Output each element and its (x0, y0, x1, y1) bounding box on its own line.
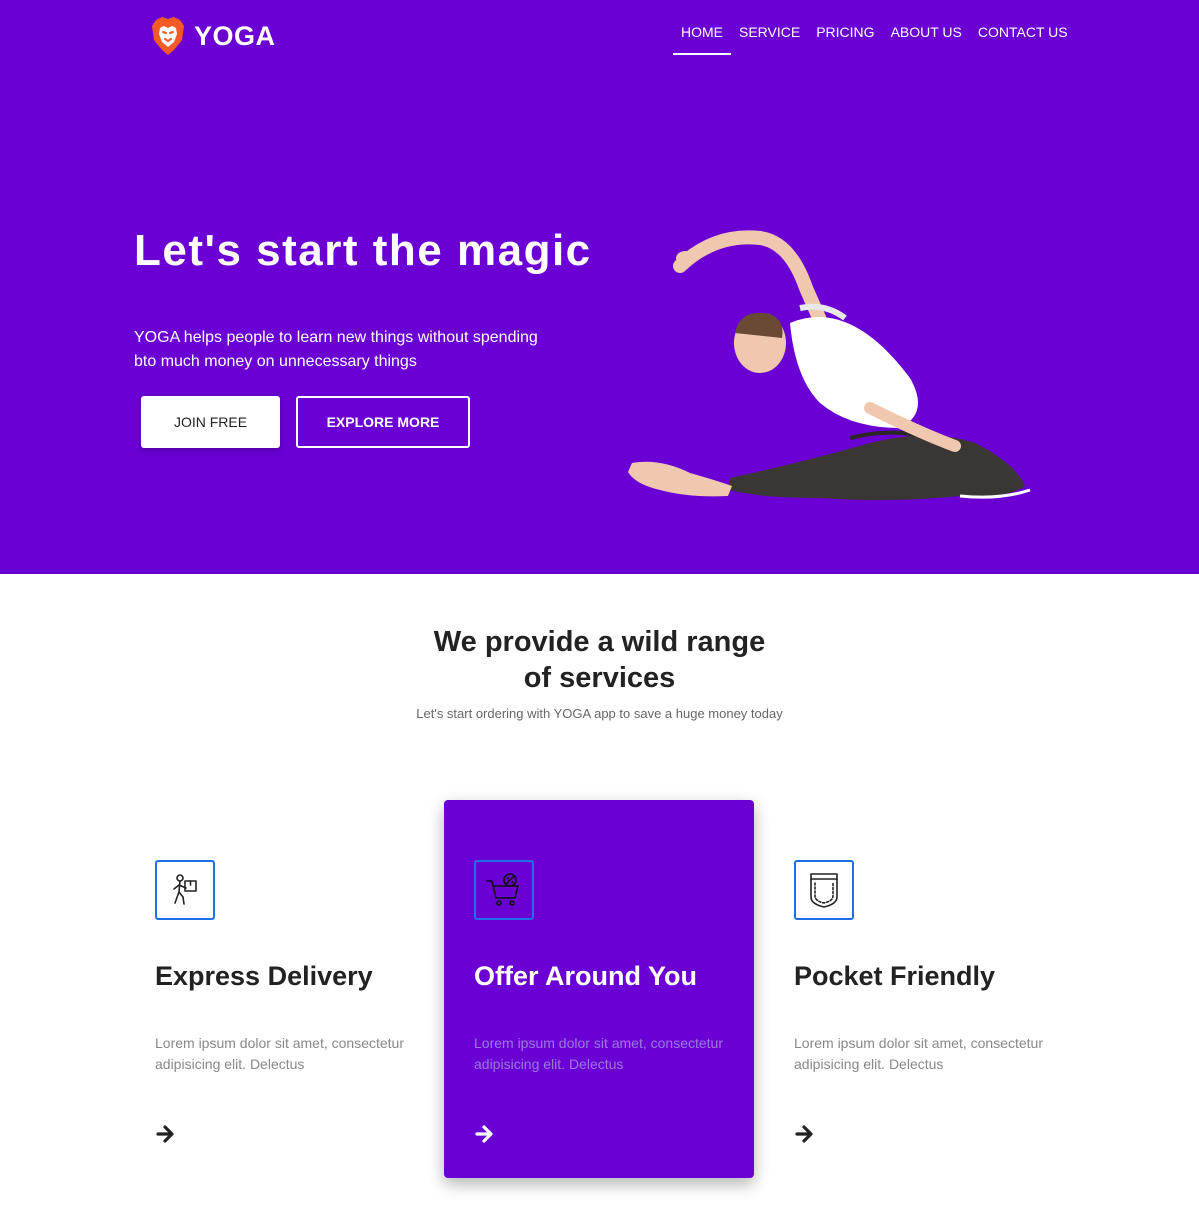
main-nav: HOME SERVICE PRICING ABOUT US CONTACT US (673, 24, 1076, 55)
service-description: Lorem ipsum dolor sit amet, consectetur … (794, 1035, 1043, 1072)
yoga-pose-illustration (628, 230, 1031, 501)
nav-item-contact-us[interactable]: CONTACT US (970, 24, 1076, 55)
delivery-person-icon (155, 860, 215, 920)
explore-more-button[interactable]: EXPLORE MORE (296, 396, 470, 448)
hero-subtitle: YOGA helps people to learn new things wi… (134, 329, 538, 370)
arrow-right-icon[interactable] (474, 1123, 496, 1145)
service-card-pocket-friendly: Pocket Friendly Lorem ipsum dolor sit am… (794, 860, 1074, 1145)
nav-item-service[interactable]: SERVICE (731, 24, 808, 55)
hero-title: Let's start the magic (134, 226, 592, 275)
services-subtitle: Let's start ordering with YOGA app to sa… (416, 706, 783, 721)
arrow-right-icon[interactable] (794, 1123, 816, 1145)
service-description: Lorem ipsum dolor sit amet, consectetur … (474, 1035, 723, 1072)
service-description: Lorem ipsum dolor sit amet, consectetur … (155, 1035, 404, 1072)
services-title-line1: We provide a wild range (433, 626, 766, 658)
service-card-express-delivery: Express Delivery Lorem ipsum dolor sit a… (155, 860, 435, 1145)
lion-logo-icon (152, 17, 184, 55)
hero-section: YOGA HOME SERVICE PRICING ABOUT US CONTA… (0, 0, 1199, 574)
nav-item-pricing[interactable]: PRICING (808, 24, 882, 55)
shopping-cart-discount-icon (474, 860, 534, 920)
services-title: We provide a wild range of services (0, 624, 1199, 696)
service-card-offer-around-you: Offer Around You Lorem ipsum dolor sit a… (474, 860, 754, 1145)
service-title: Express Delivery (155, 961, 373, 991)
join-free-button[interactable]: JOIN FREE (141, 396, 280, 448)
arrow-right-icon[interactable] (155, 1123, 177, 1145)
service-title: Pocket Friendly (794, 961, 996, 991)
brand-logo[interactable]: YOGA (150, 16, 276, 56)
nav-item-about-us[interactable]: ABOUT US (883, 24, 970, 55)
brand-name: YOGA (194, 20, 276, 51)
pocket-icon (794, 860, 854, 920)
services-title-line2: of services (523, 662, 676, 694)
service-title: Offer Around You (474, 961, 697, 991)
nav-item-home[interactable]: HOME (673, 24, 731, 55)
